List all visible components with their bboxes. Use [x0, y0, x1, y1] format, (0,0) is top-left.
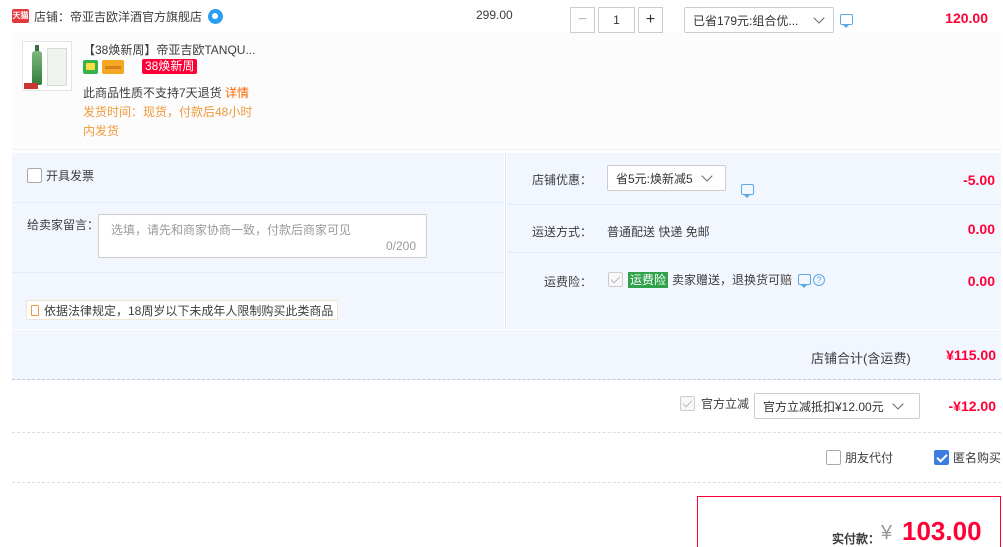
insurance-badge: 运费险 — [628, 271, 669, 288]
discount-info-icon[interactable] — [840, 14, 853, 28]
shipping-insurance: 运费险 卖家赠送，退换货可赔 ? — [608, 271, 826, 288]
shop-discount-info-icon[interactable] — [741, 184, 754, 198]
message-label: 给卖家留言： — [27, 218, 100, 232]
invoice-checkbox[interactable] — [27, 168, 42, 183]
tmall-icon: 天猫 — [12, 9, 29, 23]
chevron-down-icon — [701, 170, 713, 182]
shop-header: 天猫 店铺：帝亚吉欧洋酒官方旗舰店 — [12, 7, 224, 25]
friend-pay-option[interactable]: 朋友代付 — [826, 449, 893, 466]
age-restriction-notice: 依据法律规定，18周岁以下未成年人限制购买此类商品 — [26, 300, 339, 320]
official-discount-checkbox — [680, 396, 695, 411]
insurance-checkbox — [608, 272, 623, 287]
divider — [12, 202, 504, 203]
delivery-time: 发货时间：现货，付款后48小时内发货 — [83, 105, 253, 138]
credit-card-icon — [102, 59, 124, 74]
insurance-chat-icon[interactable] — [798, 274, 812, 288]
service-badge-icon — [83, 59, 98, 74]
return-policy-note: 此商品性质不支持7天退货 详情 — [83, 86, 250, 100]
promo-tag: 38焕新周 — [142, 59, 198, 74]
phone-icon — [31, 304, 39, 316]
divider — [507, 204, 1001, 205]
divider — [505, 153, 506, 329]
anonymous-checkbox[interactable] — [934, 450, 949, 465]
anonymous-purchase-option[interactable]: 匿名购买 — [934, 449, 1001, 466]
insurance-amount: 0.00 — [967, 273, 995, 289]
shop-discount-label: 店铺优惠： — [532, 173, 593, 187]
shipping-method: 普通配送 快递 免邮 — [607, 225, 710, 239]
order-item-row: 【38焕新周】帝亚吉欧TANQU... 38焕新周 此商品性质不支持7天退货 详… — [12, 33, 1001, 150]
item-discount-select[interactable]: 已省179元:组合优... — [684, 7, 834, 33]
product-badges: 38焕新周 — [83, 59, 198, 74]
unit-price: 299.00 — [476, 8, 513, 22]
quantity-decrease-button[interactable]: − — [570, 7, 595, 33]
chevron-down-icon — [892, 398, 904, 410]
chat-seller-icon[interactable] — [208, 8, 224, 24]
product-thumbnail[interactable] — [22, 41, 72, 91]
divider — [12, 482, 1001, 483]
quantity-stepper: − 1 + — [570, 7, 663, 33]
message-char-count: 0/200 — [385, 239, 416, 253]
seller-message-input[interactable]: 选填，请先和商家协商一致，付款后商家可见 0/200 — [98, 214, 427, 258]
shop-total-label: 店铺合计(含运费) — [811, 351, 911, 366]
payment-summary: 实付款： ¥ 103.00 — [697, 496, 1001, 547]
divider — [12, 272, 504, 273]
friend-pay-checkbox[interactable] — [826, 450, 841, 465]
quantity-increase-button[interactable]: + — [638, 7, 663, 33]
shop-total-value: ¥115.00 — [946, 347, 996, 363]
official-discount-select[interactable]: 官方立减抵扣¥12.00元 — [754, 393, 920, 419]
insurance-label: 运费险： — [544, 275, 593, 289]
shipping-fee: 0.00 — [967, 221, 995, 237]
shop-discount-value: -5.00 — [963, 172, 995, 188]
shop-name-link[interactable]: 店铺：帝亚吉欧洋酒官方旗舰店 — [34, 8, 202, 25]
help-icon[interactable]: ? — [813, 273, 826, 286]
currency-symbol: ¥ — [881, 522, 893, 544]
divider — [12, 432, 1001, 433]
pay-amount: 103.00 — [902, 516, 982, 546]
shipping-label: 运送方式： — [532, 225, 593, 239]
pay-label: 实付款： — [832, 532, 881, 546]
quantity-input[interactable]: 1 — [598, 7, 635, 33]
invoice-option[interactable]: 开具发票 — [27, 167, 94, 184]
product-title-link[interactable]: 【38焕新周】帝亚吉欧TANQU... — [83, 41, 273, 58]
policy-details-link[interactable]: 详情 — [225, 86, 249, 100]
official-discount-option: 官方立减 — [680, 395, 749, 412]
divider — [507, 252, 1001, 253]
official-discount-amount: -¥12.00 — [948, 398, 996, 414]
chevron-down-icon — [813, 12, 825, 24]
item-subtotal: 120.00 — [945, 10, 988, 26]
shop-discount-select[interactable]: 省5元:焕新减5 — [607, 165, 726, 191]
